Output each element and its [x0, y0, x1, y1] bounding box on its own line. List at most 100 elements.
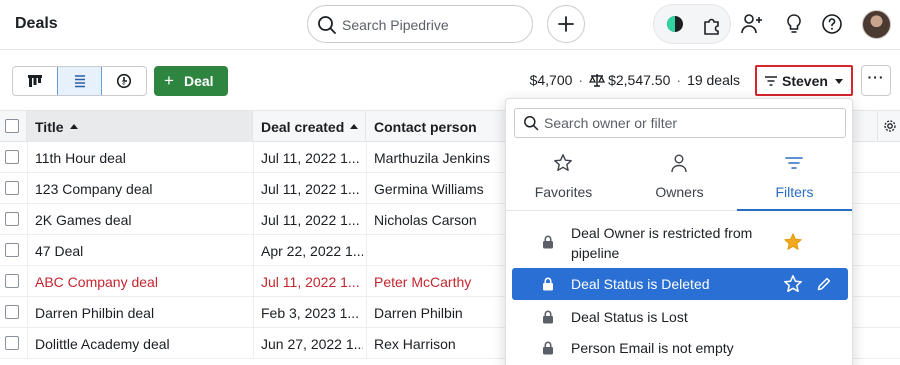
lock-icon: [543, 341, 553, 355]
lock-icon: [543, 277, 553, 291]
deal-created: Jul 11, 2022 1...: [261, 181, 360, 197]
tab-owners-label: Owners: [655, 184, 704, 200]
more-actions-button[interactable]: ···: [861, 65, 891, 96]
forecast-view-button[interactable]: $: [102, 67, 146, 95]
contact-person[interactable]: Germina Williams: [374, 181, 502, 197]
user-avatar[interactable]: [862, 10, 891, 39]
page-title: Deals: [15, 15, 58, 32]
contact-person[interactable]: Marthuzila Jenkins: [374, 150, 502, 166]
pipeline-view-button[interactable]: [13, 67, 58, 95]
select-all-checkbox[interactable]: [5, 119, 19, 133]
top-header: Deals Search Pipedrive: [0, 0, 900, 50]
column-header-contact-person[interactable]: Contact person: [366, 111, 506, 142]
owner-filter-button[interactable]: Steven: [755, 65, 853, 96]
lightbulb-icon[interactable]: [782, 12, 806, 36]
quick-add-button[interactable]: [547, 5, 585, 43]
sort-ascending-icon: [350, 124, 359, 129]
gear-icon: [884, 120, 896, 132]
tab-filters[interactable]: Filters: [737, 145, 852, 211]
filter-item-selected[interactable]: Deal Status is Deleted: [512, 268, 848, 300]
deal-created: Jul 11, 2022 1...: [261, 274, 360, 290]
column-header-deal-created[interactable]: Deal created: [253, 111, 366, 142]
owner-filter-dropdown: Search owner or filter Favorites Owners …: [505, 98, 853, 365]
tab-owners[interactable]: Owners: [622, 145, 737, 211]
row-checkbox[interactable]: [5, 150, 19, 164]
filter-search-input[interactable]: Search owner or filter: [514, 108, 846, 138]
deal-title[interactable]: Dolittle Academy deal: [35, 336, 170, 352]
row-checkbox[interactable]: [5, 305, 19, 319]
add-deal-label: Deal: [184, 73, 214, 89]
row-checkbox[interactable]: [5, 243, 19, 257]
deal-title[interactable]: 2K Games deal: [35, 212, 132, 228]
filter-search-placeholder: Search owner or filter: [544, 115, 678, 131]
add-deal-button[interactable]: + Deal: [154, 66, 228, 96]
lock-icon: [543, 235, 553, 249]
favorite-star-icon[interactable]: [783, 232, 803, 252]
filter-item-label: Deal Owner is restricted from pipeline: [571, 223, 752, 263]
view-switcher: $: [12, 66, 147, 96]
tab-favorites-label: Favorites: [534, 184, 593, 200]
star-icon: [554, 154, 572, 171]
contact-person[interactable]: Nicholas Carson: [374, 212, 502, 228]
sort-ascending-icon: [69, 124, 78, 129]
weighted-value: $2,547.50: [608, 72, 671, 88]
list-view-button[interactable]: [57, 67, 102, 95]
contact-person[interactable]: Rex Harrison: [374, 336, 502, 352]
plus-icon: [558, 16, 574, 32]
pipeline-icon: [28, 75, 42, 87]
deal-created: Feb 3, 2023 1...: [261, 305, 360, 321]
contact-person[interactable]: Darren Philbin: [374, 305, 502, 321]
column-contact-person-label: Contact person: [374, 119, 477, 135]
filter-item[interactable]: Person Email is not empty: [512, 333, 848, 363]
search-placeholder: Search Pipedrive: [342, 17, 449, 33]
caret-down-icon: [835, 79, 843, 84]
filter-item-label: Deal Status is Lost: [571, 309, 688, 325]
row-checkbox[interactable]: [5, 274, 19, 288]
lock-icon: [543, 310, 553, 324]
filter-item-label: Person Email is not empty: [571, 340, 734, 356]
favorite-star-icon[interactable]: [783, 274, 803, 294]
deal-created: Jul 11, 2022 1...: [261, 212, 360, 228]
filter-icon: [785, 157, 803, 169]
row-checkbox[interactable]: [5, 336, 19, 350]
help-icon[interactable]: [820, 12, 844, 36]
deal-count: 19 deals: [687, 72, 740, 88]
list-icon: [75, 75, 85, 88]
filter-label-line-2: pipeline: [571, 245, 620, 261]
plus-icon: +: [164, 71, 174, 90]
deal-created: Jul 11, 2022 1...: [261, 150, 360, 166]
filter-item[interactable]: Deal Status is Lost: [512, 302, 848, 332]
deal-created: Apr 22, 2022 1...: [261, 243, 363, 259]
forecast-icon: $: [116, 73, 132, 89]
contact-person[interactable]: Peter McCarthy: [374, 274, 502, 290]
row-checkbox[interactable]: [5, 212, 19, 226]
weighted-scale-icon: [589, 74, 606, 87]
ai-assistant-icon[interactable]: [665, 14, 685, 34]
filter-icon: [765, 76, 777, 86]
deal-title[interactable]: 11th Hour deal: [35, 150, 126, 166]
deal-title[interactable]: 123 Company deal: [35, 181, 153, 197]
search-icon: [318, 16, 336, 34]
filter-tabs: Favorites Owners Filters: [506, 145, 852, 211]
deals-summary: $4,700 · $2,547.50 · 19 deals: [529, 72, 740, 88]
app-icons-group: [653, 4, 731, 44]
filter-item[interactable]: Deal Owner is restricted from pipeline: [512, 221, 848, 263]
person-icon: [671, 154, 687, 173]
column-header-title[interactable]: Title: [27, 111, 253, 142]
global-search-input[interactable]: Search Pipedrive: [307, 5, 533, 43]
owner-filter-label: Steven: [782, 73, 828, 89]
filter-label-line-1: Deal Owner is restricted from: [571, 225, 753, 241]
select-all-cell: [0, 111, 27, 142]
deal-title[interactable]: Darren Philbin deal: [35, 305, 154, 321]
marketplace-puzzle-icon[interactable]: [701, 14, 723, 36]
deal-title[interactable]: ABC Company deal: [35, 274, 158, 290]
filter-item-label: Deal Status is Deleted: [571, 276, 710, 292]
deal-title[interactable]: 47 Deal: [35, 243, 83, 259]
column-deal-created-label: Deal created: [261, 119, 345, 135]
column-settings-button[interactable]: [877, 111, 900, 142]
search-icon: [524, 116, 539, 131]
row-checkbox[interactable]: [5, 181, 19, 195]
invite-users-icon[interactable]: [740, 12, 764, 36]
edit-pencil-icon[interactable]: [816, 276, 832, 292]
tab-favorites[interactable]: Favorites: [506, 145, 621, 211]
